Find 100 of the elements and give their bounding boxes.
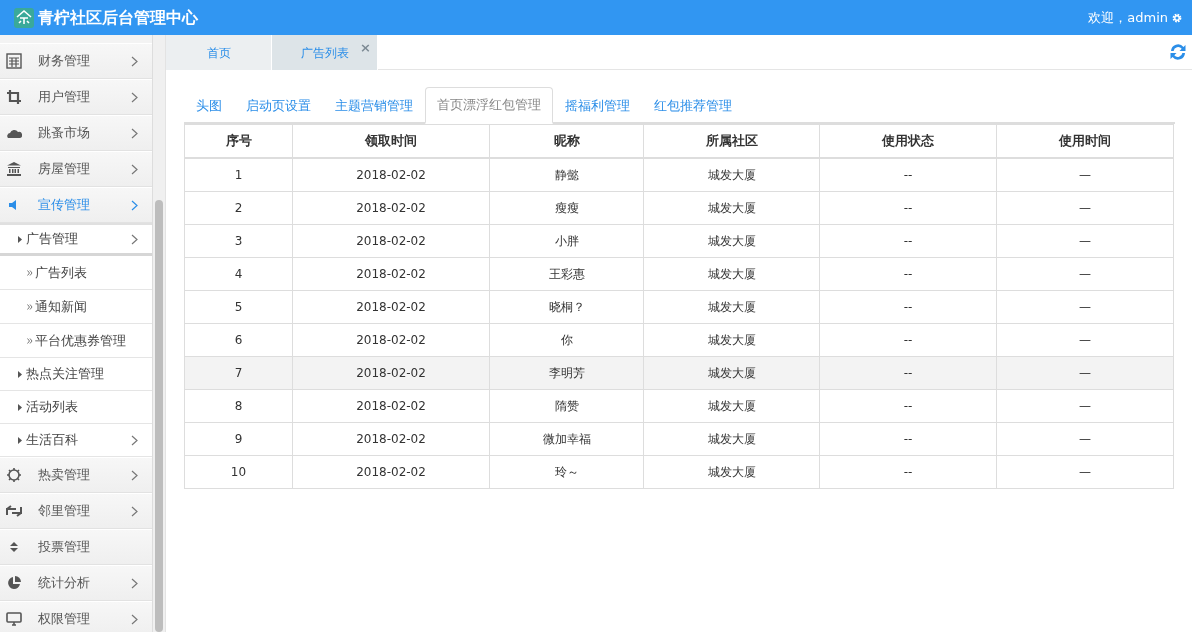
table-cell: 1 [184,158,293,191]
submenu-item[interactable]: 广告列表 [0,256,152,290]
table-cell: 城发大厦 [643,191,820,224]
double-chevron-icon [27,303,33,310]
chevron-icon [131,469,138,481]
table-cell: — [996,323,1174,356]
table-cell: 静懿 [489,158,644,191]
chevron-icon [131,91,138,103]
tab[interactable]: 红包推荐管理 [642,87,744,124]
table-cell: -- [819,290,997,323]
table-cell: — [996,389,1174,422]
table-cell: 9 [184,422,293,455]
table-cell: 城发大厦 [643,455,820,488]
sidebar-item[interactable]: 统计分析 [0,565,152,601]
tab[interactable]: 摇福利管理 [553,87,642,124]
refresh-icon[interactable] [1168,42,1188,62]
tab[interactable]: 首页漂浮红包管理 [425,87,553,124]
sidebar-item[interactable]: 财务管理 [0,43,152,79]
sidebar-item[interactable]: 邻里管理 [0,493,152,529]
submenu-item[interactable]: 活动列表 [0,391,152,424]
table-cell: — [996,224,1174,257]
submenu-item[interactable]: 生活百科 [0,424,152,457]
table-cell: 微加幸福 [489,422,644,455]
table-cell: 李明芳 [489,356,644,389]
settings-icon[interactable] [1172,12,1182,23]
column-header: 领取时间 [292,124,490,158]
sidebar-item[interactable]: 跳蚤市场 [0,115,152,151]
table-cell: 7 [184,356,293,389]
table-cell: — [996,158,1174,191]
table-cell: 6 [184,323,293,356]
table-cell: -- [819,158,997,191]
crop-icon [6,89,22,105]
table-cell: 8 [184,389,293,422]
chevron-icon [131,127,138,139]
table-cell: — [996,257,1174,290]
caret-icon [18,403,22,411]
table-cell: 2018-02-02 [292,290,490,323]
chevron-icon [131,55,138,67]
table-cell: -- [819,257,997,290]
table-cell: 2018-02-02 [292,224,490,257]
table-cell: 2018-02-02 [292,455,490,488]
table-cell: -- [819,224,997,257]
table-cell: 城发大厦 [643,422,820,455]
submenu-item[interactable]: 通知新闻 [0,290,152,324]
chevron-icon [131,613,138,625]
table-cell: -- [819,191,997,224]
pie-chart-icon [6,575,22,591]
sidebar-item[interactable]: 用户管理 [0,79,152,115]
table-cell: 王彩惠 [489,257,644,290]
sidebar-item[interactable]: 投票管理 [0,529,152,565]
table-cell: 小胖 [489,224,644,257]
monitor-icon [6,611,22,627]
column-header: 使用时间 [996,124,1174,158]
table-cell: 2018-02-02 [292,356,490,389]
table-cell: 3 [184,224,293,257]
table-cell: 10 [184,455,293,488]
app-title: 青柠社区后台管理中心 [38,6,198,29]
logo-icon [14,7,34,28]
bank-icon [6,161,22,177]
caret-icon [18,370,22,378]
column-header: 所属社区 [643,124,820,158]
table-cell: — [996,356,1174,389]
table-cell: 城发大厦 [643,323,820,356]
table-cell: — [996,191,1174,224]
tab[interactable]: 头图 [184,87,234,124]
table-cell: 城发大厦 [643,224,820,257]
table-cell: -- [819,455,997,488]
tab[interactable]: 启动页设置 [234,87,323,124]
table-cell: -- [819,389,997,422]
table-cell: — [996,422,1174,455]
chevron-icon [131,199,138,211]
table-cell: -- [819,422,997,455]
table-cell: 瘦瘦 [489,191,644,224]
submenu-item[interactable]: 平台优惠券管理 [0,324,152,358]
table-cell: 城发大厦 [643,257,820,290]
table-cell: 城发大厦 [643,356,820,389]
arrows-icon [6,503,22,519]
table-cell: 5 [184,290,293,323]
chevron-icon [131,233,138,245]
tab[interactable]: 主题营销管理 [323,87,425,124]
sidebar-item[interactable]: 房屋管理 [0,151,152,187]
table-cell: — [996,290,1174,323]
table-cell: — [996,455,1174,488]
table-cell: -- [819,356,997,389]
table-cell: 你 [489,323,644,356]
table-cell: 2018-02-02 [292,323,490,356]
chevron-icon [131,434,138,446]
gear-icon [6,467,22,483]
calculator-icon [6,53,22,69]
table-cell: 2018-02-02 [292,389,490,422]
scrollbar-thumb[interactable] [155,200,163,632]
submenu-item[interactable]: 广告管理 [0,223,152,256]
table-cell: 4 [184,257,293,290]
table-cell: 晓桐？ [489,290,644,323]
submenu-item[interactable]: 热点关注管理 [0,358,152,391]
sidebar-item[interactable]: 热卖管理 [0,457,152,493]
double-chevron-icon [27,269,33,276]
table-cell: -- [819,323,997,356]
table-cell: 2018-02-02 [292,422,490,455]
chevron-icon [131,163,138,175]
